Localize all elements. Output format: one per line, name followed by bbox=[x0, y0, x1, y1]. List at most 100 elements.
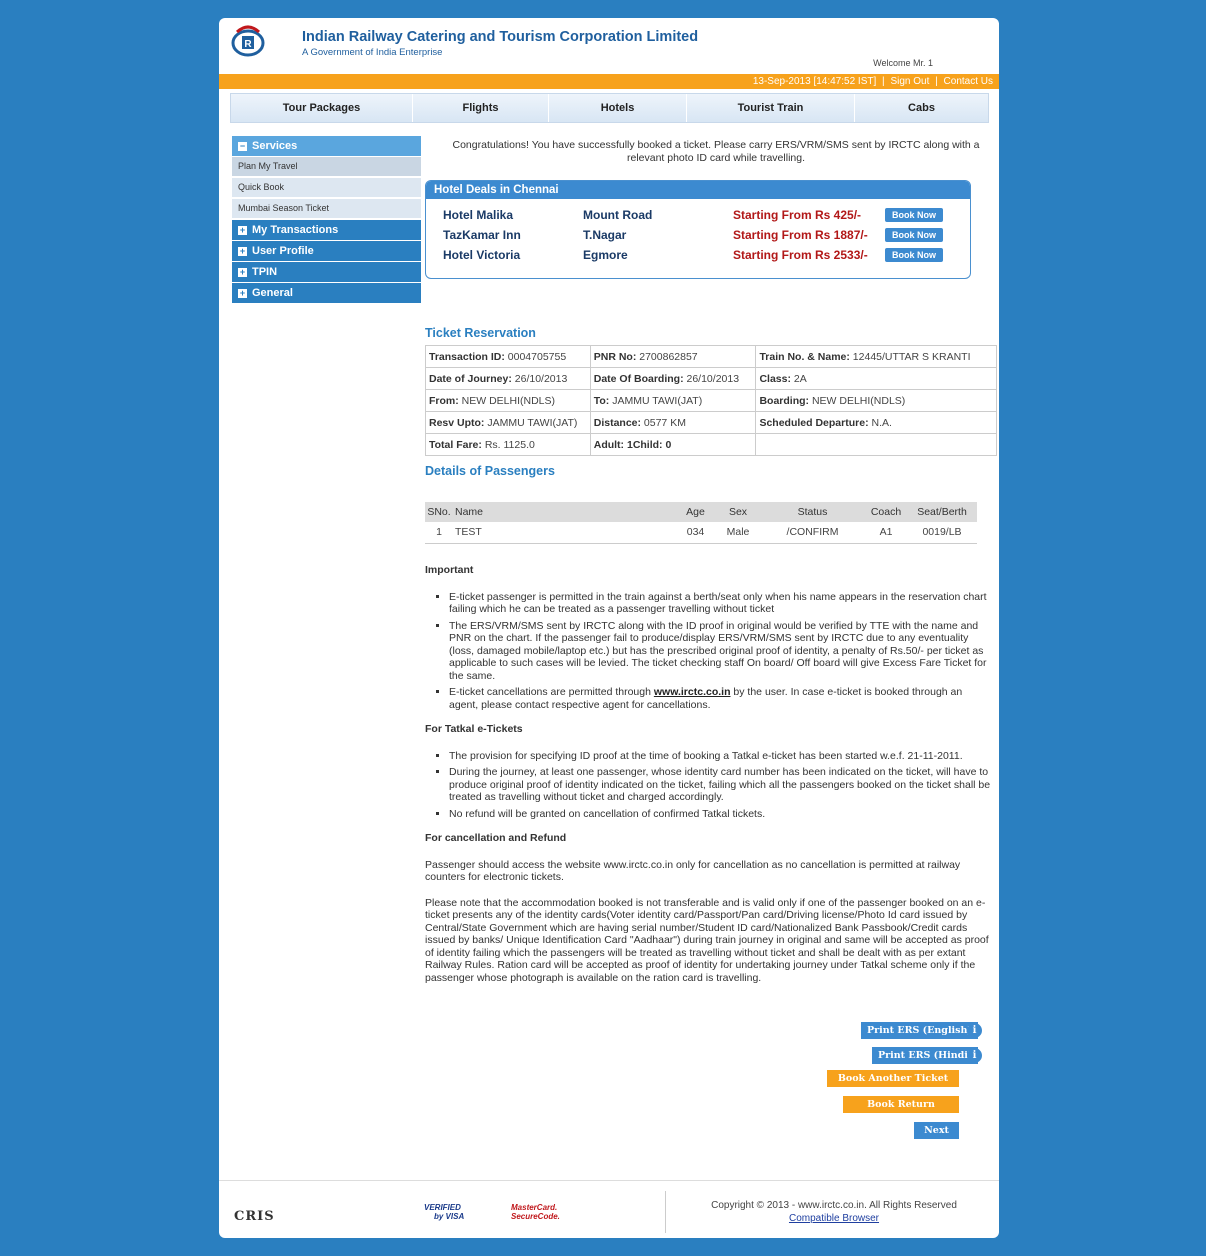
column-header: Age bbox=[675, 502, 716, 522]
verified-by-visa-logo: VERIFIED by VISA bbox=[424, 1203, 464, 1221]
ticket-row: From: NEW DELHI(NDLS) To: JAMMU TAWI(JAT)… bbox=[425, 389, 997, 412]
nav-tour-packages[interactable]: Tour Packages bbox=[231, 94, 413, 122]
text: E-ticket cancellations are permitted thr… bbox=[449, 686, 654, 698]
book-another-ticket-button[interactable]: Book Another Ticket bbox=[827, 1070, 959, 1087]
welcome-text: Welcome Mr. 1 bbox=[873, 58, 933, 68]
ticket-field-value: NEW DELHI(NDLS) bbox=[809, 394, 906, 407]
nav-flights[interactable]: Flights bbox=[413, 94, 549, 122]
table-cell: 0019/LB bbox=[907, 522, 977, 544]
nav-cabs[interactable]: Cabs bbox=[855, 94, 988, 122]
info-icon[interactable]: i bbox=[967, 1023, 982, 1038]
column-header: Status bbox=[760, 502, 865, 522]
book-now-button[interactable]: Book Now bbox=[885, 228, 943, 242]
footer-divider bbox=[665, 1191, 666, 1233]
ticket-row: Total Fare: Rs. 1125.0 Adult: 1Child: 0 bbox=[425, 433, 997, 456]
org-name: Indian Railway Catering and Tourism Corp… bbox=[302, 29, 699, 45]
table-cell: A1 bbox=[865, 522, 907, 544]
column-header: Coach bbox=[865, 502, 907, 522]
ticket-field-value: 12445/UTTAR S KRANTI bbox=[849, 350, 971, 363]
hotel-deals-title: Hotel Deals in Chennai bbox=[426, 181, 970, 199]
main-nav: Tour Packages Flights Hotels Tourist Tra… bbox=[230, 93, 989, 123]
copyright: Copyright © 2013 - www.irctc.co.in. All … bbox=[679, 1199, 989, 1225]
svg-text:R: R bbox=[244, 39, 252, 50]
sidebar-user-profile[interactable]: + User Profile bbox=[232, 241, 421, 261]
ticket-field-label: Date Of Boarding: bbox=[593, 372, 684, 385]
ticket-field-label: Boarding: bbox=[759, 394, 810, 407]
deal-area: Egmore bbox=[583, 248, 628, 262]
sidebar: − Services Plan My Travel Quick Book Mumb… bbox=[232, 136, 421, 304]
ticket-field-label: Adult: 1 bbox=[593, 438, 633, 451]
ticket-cell: Transaction ID: 0004705755 bbox=[425, 345, 591, 368]
ticket-field-value: N.A. bbox=[868, 416, 892, 429]
ticket-field-value: 26/10/2013 bbox=[511, 372, 568, 385]
sidebar-services[interactable]: − Services bbox=[232, 136, 421, 156]
book-now-button[interactable]: Book Now bbox=[885, 248, 943, 262]
ticket-row: Transaction ID: 0004705755 PNR No: 270086… bbox=[425, 345, 997, 368]
main-content: Congratulations! You have successfully b… bbox=[425, 136, 997, 1139]
column-header: Name bbox=[453, 502, 675, 522]
nav-tourist-train[interactable]: Tourist Train bbox=[687, 94, 855, 122]
next-button[interactable]: Next bbox=[914, 1122, 959, 1139]
ticket-cell: PNR No: 2700862857 bbox=[589, 345, 757, 368]
deal-hotel[interactable]: Hotel Malika bbox=[443, 208, 513, 222]
table-cell: TEST bbox=[453, 522, 675, 544]
important-list: E-ticket passenger is permitted in the t… bbox=[425, 591, 991, 712]
plus-icon: + bbox=[238, 225, 247, 235]
ticket-field-label: Total Fare: bbox=[429, 438, 482, 451]
compatible-browser-link[interactable]: Compatible Browser bbox=[789, 1213, 879, 1224]
ticket-field-label: To: bbox=[593, 394, 610, 407]
id-proof-paragraph: Please note that the accommodation booke… bbox=[425, 896, 989, 984]
header: R Indian Railway Catering and Tourism Co… bbox=[219, 18, 999, 74]
nav-hotels[interactable]: Hotels bbox=[549, 94, 687, 122]
deal-hotel[interactable]: TazKamar Inn bbox=[443, 228, 521, 242]
sidebar-tpin[interactable]: + TPIN bbox=[232, 262, 421, 282]
deal-hotel[interactable]: Hotel Victoria bbox=[443, 248, 520, 262]
minus-icon: − bbox=[238, 141, 247, 151]
sign-out-link[interactable]: Sign Out bbox=[890, 76, 929, 87]
ticket-field-value: 0577 KM bbox=[641, 416, 686, 429]
info-icon[interactable]: i bbox=[967, 1048, 982, 1063]
mastercard-securecode-logo: MasterCard. SecureCode. bbox=[511, 1203, 560, 1221]
list-item: The ERS/VRM/SMS sent by IRCTC along with… bbox=[449, 620, 991, 683]
ticket-field-value: 26/10/2013 bbox=[683, 372, 740, 385]
ticket-field-label: Transaction ID: bbox=[429, 350, 505, 363]
irctc-link[interactable]: www.irctc.co.in bbox=[654, 686, 731, 698]
page: R Indian Railway Catering and Tourism Co… bbox=[219, 18, 999, 1238]
visa-text: by VISA bbox=[434, 1212, 465, 1221]
visa-text: VERIFIED bbox=[424, 1203, 461, 1212]
ticket-field-label: Train No. & Name: bbox=[759, 350, 850, 363]
mc-text: SecureCode. bbox=[511, 1212, 560, 1221]
ticket-field-value: Child: 0 bbox=[632, 438, 672, 451]
sidebar-my-transactions[interactable]: + My Transactions bbox=[232, 220, 421, 240]
sidebar-general[interactable]: + General bbox=[232, 283, 421, 303]
ticket-row: Resv Upto: JAMMU TAWI(JAT) Distance: 0577… bbox=[425, 411, 997, 434]
ticket-field-value: 2700862857 bbox=[636, 350, 698, 363]
deal-row: Hotel Victoria Egmore Starting From Rs 2… bbox=[426, 248, 970, 266]
deal-price: Starting From Rs 2533/- bbox=[733, 248, 868, 262]
ticket-field-value: JAMMU TAWI(JAT) bbox=[484, 416, 578, 429]
ticket-field-value: NEW DELHI(NDLS) bbox=[458, 394, 556, 407]
ticket-field-value: JAMMU TAWI(JAT) bbox=[609, 394, 703, 407]
ticket-cell: Distance: 0577 KM bbox=[589, 411, 757, 434]
ticket-field-value: Rs. 1125.0 bbox=[481, 438, 535, 451]
table-cell: 034 bbox=[675, 522, 716, 544]
tatkal-list: The provision for specifying ID proof at… bbox=[425, 750, 991, 821]
sidebar-label: User Profile bbox=[252, 245, 314, 257]
print-ers-english-button[interactable]: Print ERS (English) bbox=[861, 1022, 978, 1039]
column-header: Seat/Berth bbox=[907, 502, 977, 522]
ticket-field-value: 0004705755 bbox=[504, 350, 567, 363]
ticket-field-label: Distance: bbox=[593, 416, 641, 429]
copyright-text: Copyright © 2013 - www.irctc.co.in. All … bbox=[711, 1200, 957, 1211]
book-return-ticket-button[interactable]: Book Return Ticket bbox=[843, 1096, 959, 1127]
print-ers-hindi-button[interactable]: Print ERS (Hindi) bbox=[872, 1047, 979, 1064]
separator: | bbox=[935, 76, 938, 87]
sidebar-item-mumbai-season-ticket[interactable]: Mumbai Season Ticket bbox=[232, 199, 421, 218]
irctc-logo: R bbox=[231, 25, 265, 57]
ticket-cell: To: JAMMU TAWI(JAT) bbox=[589, 389, 757, 412]
sidebar-item-plan-my-travel[interactable]: Plan My Travel bbox=[232, 157, 421, 176]
ticket-field-value: 2A bbox=[790, 372, 807, 385]
sidebar-item-quick-book[interactable]: Quick Book bbox=[232, 178, 421, 197]
book-now-button[interactable]: Book Now bbox=[885, 208, 943, 222]
contact-us-link[interactable]: Contact Us bbox=[944, 76, 993, 87]
status-bar: 13-Sep-2013 [14:47:52 IST] | Sign Out | … bbox=[219, 74, 999, 89]
